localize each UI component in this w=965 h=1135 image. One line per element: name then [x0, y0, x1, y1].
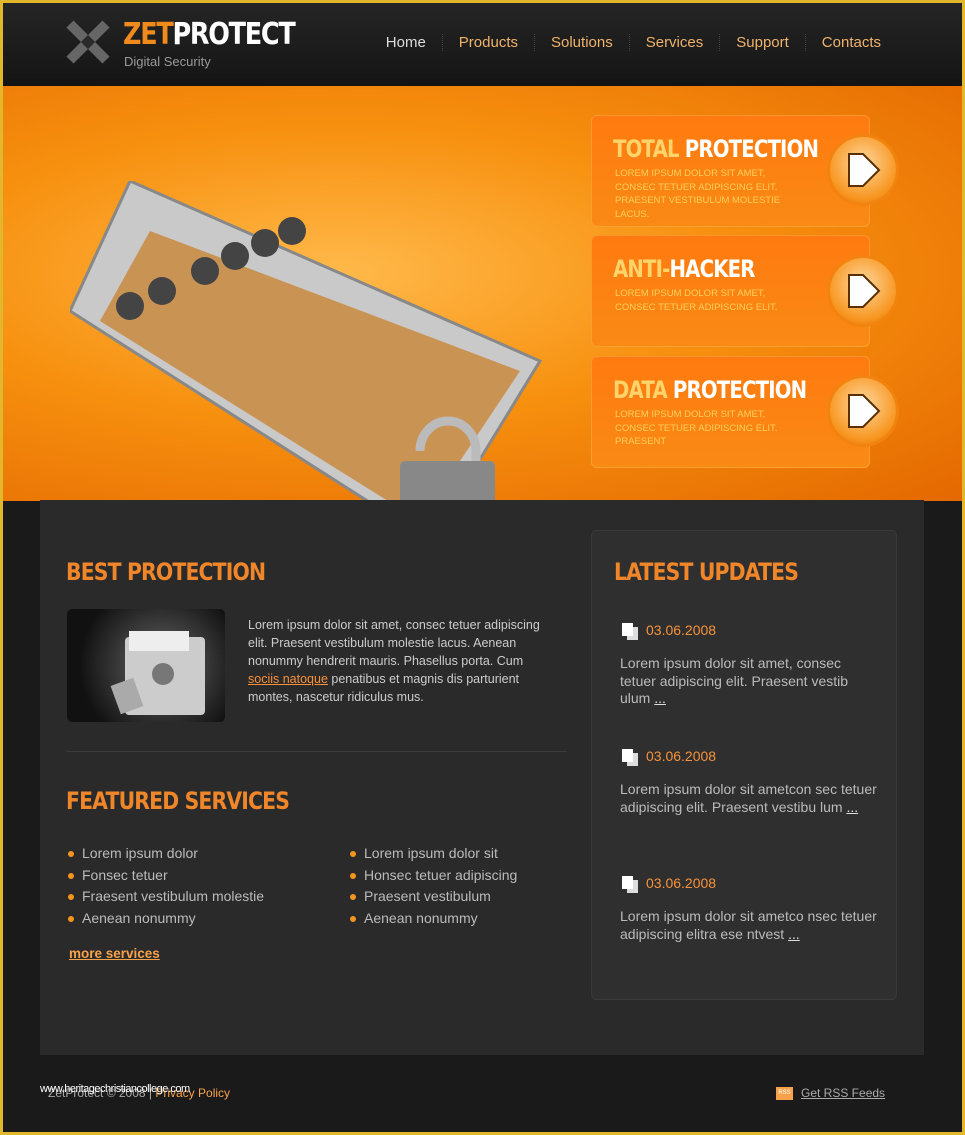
list-item: Lorem ipsum dolor [67, 843, 264, 865]
secure-folder-image [67, 609, 225, 722]
list-item: Fonsec tetuer [67, 865, 264, 887]
hero-banner: TOTAL PROTECTION Lorem ipsum dolor sit am… [0, 86, 965, 541]
card-anti-hacker[interactable]: ANTI-HACKER Lorem ipsum dolor sit amet, c… [591, 235, 870, 347]
update-item: 03.06.2008 Lorem ipsum dolor sit ametcon … [620, 748, 880, 816]
nav-support[interactable]: Support [719, 34, 805, 51]
browser-lock-illustration [70, 181, 543, 541]
read-more-link[interactable]: ... [788, 926, 800, 942]
divider [67, 751, 567, 752]
list-item: Praesent vestibulum [349, 886, 517, 908]
watermark: www.heritagechristiancollege.com [40, 1083, 190, 1095]
featured-services-title: FEATURED SERVICES [66, 787, 290, 815]
logo[interactable]: ZETPROTECT [123, 17, 296, 52]
nav-services[interactable]: Services [628, 34, 720, 51]
services-list-right: Lorem ipsum dolor sit Honsec tetuer adipi… [349, 843, 517, 929]
play-arrow-icon[interactable] [830, 378, 896, 444]
rss-icon[interactable]: RSS [776, 1087, 793, 1100]
main-nav: Home Products Solutions Services Support… [370, 34, 897, 51]
services-list-left: Lorem ipsum dolor Fonsec tetuer Fraesent v… [67, 843, 264, 929]
play-arrow-icon[interactable] [830, 137, 896, 203]
card-data-protection[interactable]: DATA PROTECTION Lorem ipsum dolor sit ame… [591, 356, 870, 468]
play-arrow-icon[interactable] [830, 258, 896, 324]
header: ZETPROTECT Digital Security Home Product… [0, 0, 965, 86]
nav-contacts[interactable]: Contacts [804, 34, 897, 51]
rss-feeds-link[interactable]: Get RSS Feeds [801, 1086, 885, 1100]
latest-updates-title: LATEST UPDATES [614, 558, 799, 586]
update-date: 03.06.2008 [620, 875, 880, 891]
document-icon [622, 623, 633, 636]
logo-x-icon [66, 20, 110, 64]
update-item: 03.06.2008 Lorem ipsum dolor sit amet, co… [620, 622, 880, 708]
card-total-protection[interactable]: TOTAL PROTECTION Lorem ipsum dolor sit am… [591, 115, 870, 227]
update-date: 03.06.2008 [620, 622, 880, 638]
list-item: Aenean nonummy [349, 908, 517, 930]
nav-solutions[interactable]: Solutions [534, 34, 629, 51]
nav-home[interactable]: Home [370, 34, 442, 51]
document-icon [622, 876, 633, 889]
best-protection-title: BEST PROTECTION [66, 558, 266, 586]
sociis-natoque-link[interactable]: sociis natoque [248, 672, 328, 686]
read-more-link[interactable]: ... [654, 690, 666, 706]
latest-updates-panel: LATEST UPDATES 03.06.2008 Lorem ipsum dol… [591, 530, 897, 1000]
update-item: 03.06.2008 Lorem ipsum dolor sit ametco n… [620, 875, 880, 943]
more-services-link[interactable]: more services [69, 946, 160, 961]
tagline: Digital Security [124, 54, 211, 69]
read-more-link[interactable]: ... [846, 799, 858, 815]
nav-products[interactable]: Products [441, 34, 534, 51]
list-item: Honsec tetuer adipiscing [349, 865, 517, 887]
update-date: 03.06.2008 [620, 748, 880, 764]
list-item: Fraesent vestibulum molestie [67, 886, 264, 908]
list-item: Aenean nonummy [67, 908, 264, 930]
document-icon [622, 749, 633, 762]
best-protection-text: Lorem ipsum dolor sit amet, consec tetue… [248, 618, 540, 704]
list-item: Lorem ipsum dolor sit [349, 843, 517, 865]
